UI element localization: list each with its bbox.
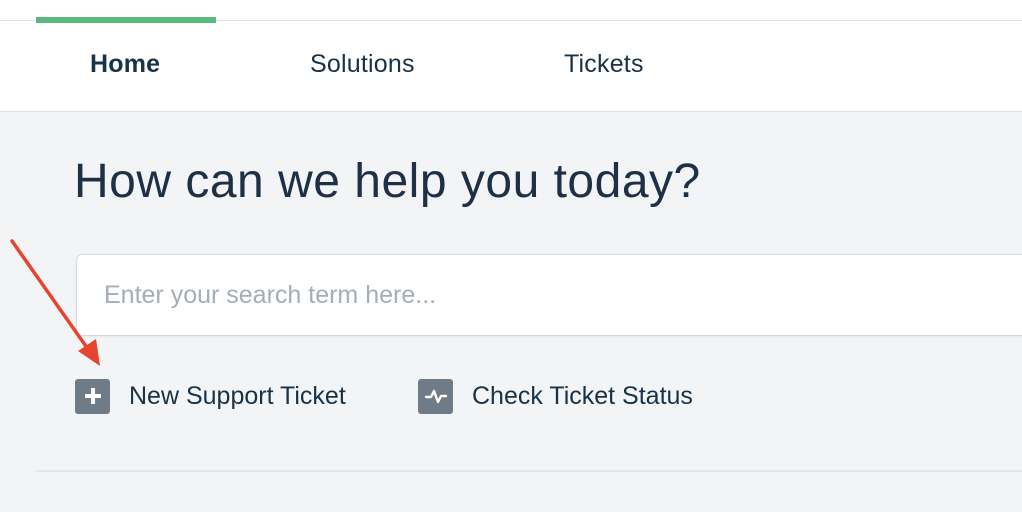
active-tab-indicator [36, 17, 216, 23]
tab-home[interactable]: Home [90, 50, 160, 79]
tab-solutions[interactable]: Solutions [310, 50, 415, 79]
search-box [76, 254, 1022, 336]
tab-tickets[interactable]: Tickets [564, 50, 644, 79]
support-portal-page: Home Solutions Tickets How can we help y… [0, 0, 1022, 512]
search-input[interactable] [77, 255, 1004, 335]
page-title: How can we help you today? [74, 155, 701, 208]
hero-section: How can we help you today? New Support T… [0, 112, 1022, 512]
new-support-ticket-label: New Support Ticket [129, 381, 346, 410]
new-support-ticket-button[interactable]: New Support Ticket [75, 378, 346, 414]
check-ticket-status-label: Check Ticket Status [472, 381, 693, 410]
main-nav: Home Solutions Tickets [0, 21, 1022, 112]
check-ticket-status-button[interactable]: Check Ticket Status [418, 378, 693, 414]
plus-icon [75, 378, 110, 414]
activity-icon [418, 378, 453, 414]
card-bottom-edge [36, 470, 1022, 472]
